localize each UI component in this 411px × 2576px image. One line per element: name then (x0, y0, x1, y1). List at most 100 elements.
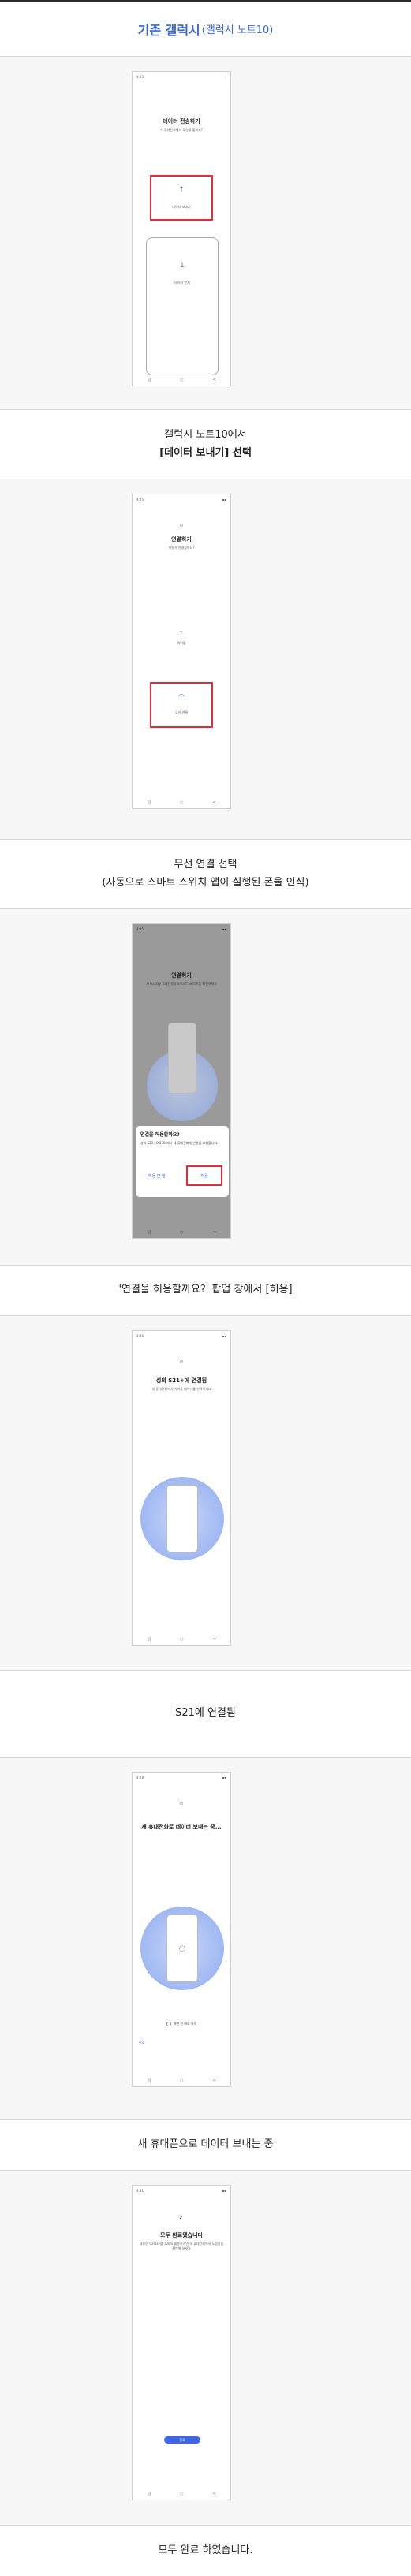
dialog-text: 성의 S21+(X330)에서 내 휴대전화에 연결을 요청합니다. (140, 1141, 219, 1145)
status-bar: 4:25 ⋮ (136, 74, 226, 79)
nav-bar: ||| ○ < (133, 1634, 230, 1645)
dialog-title: 연결을 허용할까요? (140, 1132, 180, 1138)
phone-screen: 4:25 ▪▪ ⊘ 연결하기 어떻게 연결할까요? ⌁ 케이블 ◠ 무선 연결 |… (132, 494, 231, 809)
screen-subtitle: 새 휴대전화에서 가져올 데이터를 선택하세요 (151, 1387, 211, 1391)
send-data-label: 데이터 보내기 (172, 205, 191, 209)
cable-option[interactable]: ⌁ 케이블 (133, 628, 230, 652)
recent-apps-icon[interactable]: ||| (147, 2078, 151, 2083)
recent-apps-icon[interactable]: ||| (147, 2492, 151, 2496)
status-bar: 4:28 ▪▪ (136, 1775, 226, 1780)
home-icon[interactable]: ○ (180, 378, 183, 382)
receive-data-label: 데이터 받기 (174, 281, 190, 285)
wireless-label: 무선 연결 (175, 710, 188, 714)
recent-apps-icon[interactable]: ||| (147, 378, 151, 382)
home-icon[interactable]: ○ (180, 2492, 183, 2496)
upload-icon: ↑ (178, 186, 185, 194)
back-icon[interactable]: < (212, 378, 215, 382)
receive-data-option[interactable]: ↓ 데이터 받기 (146, 237, 219, 375)
caption-line: S21에 연결됨 (175, 1707, 236, 1720)
wireless-option[interactable]: ◠ 무선 연결 (150, 682, 213, 728)
screen-subtitle: 새로운 Galaxy를 100% 활용하려면 새 휴대전화에서 도움말을 확인해… (139, 2242, 224, 2250)
screen-subtitle: 새 Galaxy 휴대전화의 Smart Switch를 확인하세요 (146, 982, 217, 986)
back-icon[interactable]: < (212, 2078, 215, 2083)
link-icon: ⊘ (179, 1359, 184, 1365)
screen-subtitle: 어떻게 연결할까요? (168, 546, 195, 550)
status-bar: 4:25 ▪▪ (136, 497, 226, 501)
step-2-screenshot: 4:25 ▪▪ ⊘ 연결하기 어떻게 연결할까요? ⌁ 케이블 ◠ 무선 연결 |… (0, 479, 411, 840)
step-4-screenshot: 4:26 ▪▪ ⊘ 성의 S21+에 연결됨 새 휴대전화에서 가져올 데이터를 … (0, 1316, 411, 1671)
nav-bar: ||| ○ < (133, 797, 230, 808)
close-button[interactable]: 종료 (164, 2436, 200, 2444)
checkbox-label: 화면 전 배로 유지 (173, 2022, 197, 2026)
checkbox-icon (166, 2022, 171, 2026)
spinner-icon: ◌ (166, 1914, 198, 1982)
step-3-caption: '연결을 허용할까요?' 팝업 창에서 [허용] (0, 1266, 411, 1316)
header-subtitle: (갤럭시 노트10) (201, 24, 274, 36)
nav-bar: ||| ○ < (133, 1227, 230, 1238)
step-1-caption: 갤럭시 노트10에서 [데이터 보내기] 선택 (0, 410, 411, 479)
status-bar: 4:25 ▪▪ (136, 926, 226, 931)
recent-apps-icon[interactable]: ||| (147, 800, 151, 805)
usb-icon: ⌁ (179, 628, 184, 636)
step-6-screenshot: 4:31 ▪▪ ✓ 모두 완료됐습니다 새로운 Galaxy를 100% 활용하려… (0, 2171, 411, 2526)
screen-title: 새 휴대전화로 데이터 보내는 중... (141, 1824, 222, 1830)
nav-bar: ||| ○ < (133, 2488, 230, 2500)
header-title: 기존 갤럭시 (137, 22, 200, 38)
wifi-icon: ◠ (178, 693, 185, 701)
screen-title: 연결하기 (171, 972, 192, 979)
step-5-caption: 새 휴대폰으로 데이터 보내는 중 (0, 2120, 411, 2171)
screen-subtitle: 이 휴대전화에서 무엇을 할까요? (160, 128, 203, 132)
phone-screen: 4:31 ▪▪ ✓ 모두 완료됐습니다 새로운 Galaxy를 100% 활용하려… (132, 2185, 231, 2500)
transfer-icon: ⊘ (179, 1801, 184, 1806)
screen-title: 데이터 전송하기 (163, 118, 200, 125)
nav-bar: ||| ○ < (133, 375, 230, 386)
page-header: 기존 갤럭시 (갤럭시 노트10) (0, 0, 411, 57)
home-icon[interactable]: ○ (180, 1637, 183, 1642)
deny-button[interactable]: 허용 안 함 (148, 1173, 166, 1179)
allow-dialog: 연결을 허용할까요? 성의 S21+(X330)에서 내 휴대전화에 연결을 요… (136, 1126, 229, 1197)
phone-screen: 4:25 ⋮ 데이터 전송하기 이 휴대전화에서 무엇을 할까요? ↑ 데이터 보… (132, 71, 231, 386)
nav-bar: ||| ○ < (133, 2075, 230, 2086)
check-icon: ✓ (178, 2214, 185, 2221)
caption-line: [데이터 보내기] 선택 (159, 446, 252, 459)
link-icon: ⊘ (179, 523, 184, 528)
caption-line: 무선 연결 선택 (174, 859, 237, 871)
status-bar: 4:31 ▪▪ (136, 2188, 226, 2193)
download-icon: ↓ (179, 262, 185, 270)
caption-line: '연결을 허용할까요?' 팝업 창에서 [허용] (118, 1284, 293, 1296)
status-bar: 4:26 ▪▪ (136, 1333, 226, 1338)
cable-label: 케이블 (177, 641, 186, 645)
send-data-option[interactable]: ↑ 데이터 보내기 (150, 175, 213, 221)
caption-line: 갤럭시 노트10에서 (164, 429, 247, 442)
home-icon[interactable]: ○ (180, 1230, 183, 1235)
step-5-screenshot: 4:28 ▪▪ ⊘ 새 휴대전화로 데이터 보내는 중... ◌ 화면 전 배로 … (0, 1758, 411, 2120)
page: 기존 갤럭시 (갤럭시 노트10) 4:25 ⋮ 데이터 전송하기 이 휴대전화에… (0, 0, 411, 2576)
phone-screen: 4:26 ▪▪ ⊘ 성의 S21+에 연결됨 새 휴대전화에서 가져올 데이터를 … (132, 1330, 231, 1646)
screen-title: 연결하기 (171, 536, 192, 542)
screen-title: 성의 S21+에 연결됨 (155, 1377, 207, 1384)
screen-title: 모두 완료됐습니다 (160, 2232, 203, 2239)
home-icon[interactable]: ○ (180, 2078, 183, 2083)
device-illustration (166, 1485, 198, 1553)
step-2-caption: 무선 연결 선택 (자동으로 스마트 스위치 앱이 실행된 폰을 인식) (0, 840, 411, 909)
keep-screen-on-checkbox[interactable]: 화면 전 배로 유지 (133, 2022, 230, 2026)
phone-screen: 4:28 ▪▪ ⊘ 새 휴대전화로 데이터 보내는 중... ◌ 화면 전 배로 … (132, 1772, 231, 2087)
caption-line: 새 휴대폰으로 데이터 보내는 중 (137, 2138, 274, 2151)
back-icon[interactable]: < (212, 1230, 215, 1235)
caption-line: (자동으로 스마트 스위치 앱이 실행된 폰을 인식) (102, 876, 309, 889)
recent-apps-icon[interactable]: ||| (147, 1637, 151, 1642)
step-3-screenshot: 4:25 ▪▪ 연결하기 새 Galaxy 휴대전화의 Smart Switch를… (0, 909, 411, 1266)
device-illustration (168, 1023, 196, 1094)
caption-line: 모두 완료 하였습니다. (158, 2544, 253, 2556)
back-icon[interactable]: < (212, 800, 215, 805)
allow-button[interactable]: 허용 (186, 1165, 222, 1186)
cancel-button[interactable]: 취소 (139, 2041, 144, 2045)
back-icon[interactable]: < (212, 1637, 215, 1642)
back-icon[interactable]: < (212, 2492, 215, 2496)
step-1-screenshot: 4:25 ⋮ 데이터 전송하기 이 휴대전화에서 무엇을 할까요? ↑ 데이터 보… (0, 57, 411, 410)
phone-screen: 4:25 ▪▪ 연결하기 새 Galaxy 휴대전화의 Smart Switch를… (132, 923, 231, 1239)
recent-apps-icon[interactable]: ||| (147, 1230, 151, 1235)
step-6-caption: 모두 완료 하였습니다. (0, 2526, 411, 2576)
home-icon[interactable]: ○ (180, 800, 183, 805)
step-4-caption: S21에 연결됨 (0, 1671, 411, 1758)
